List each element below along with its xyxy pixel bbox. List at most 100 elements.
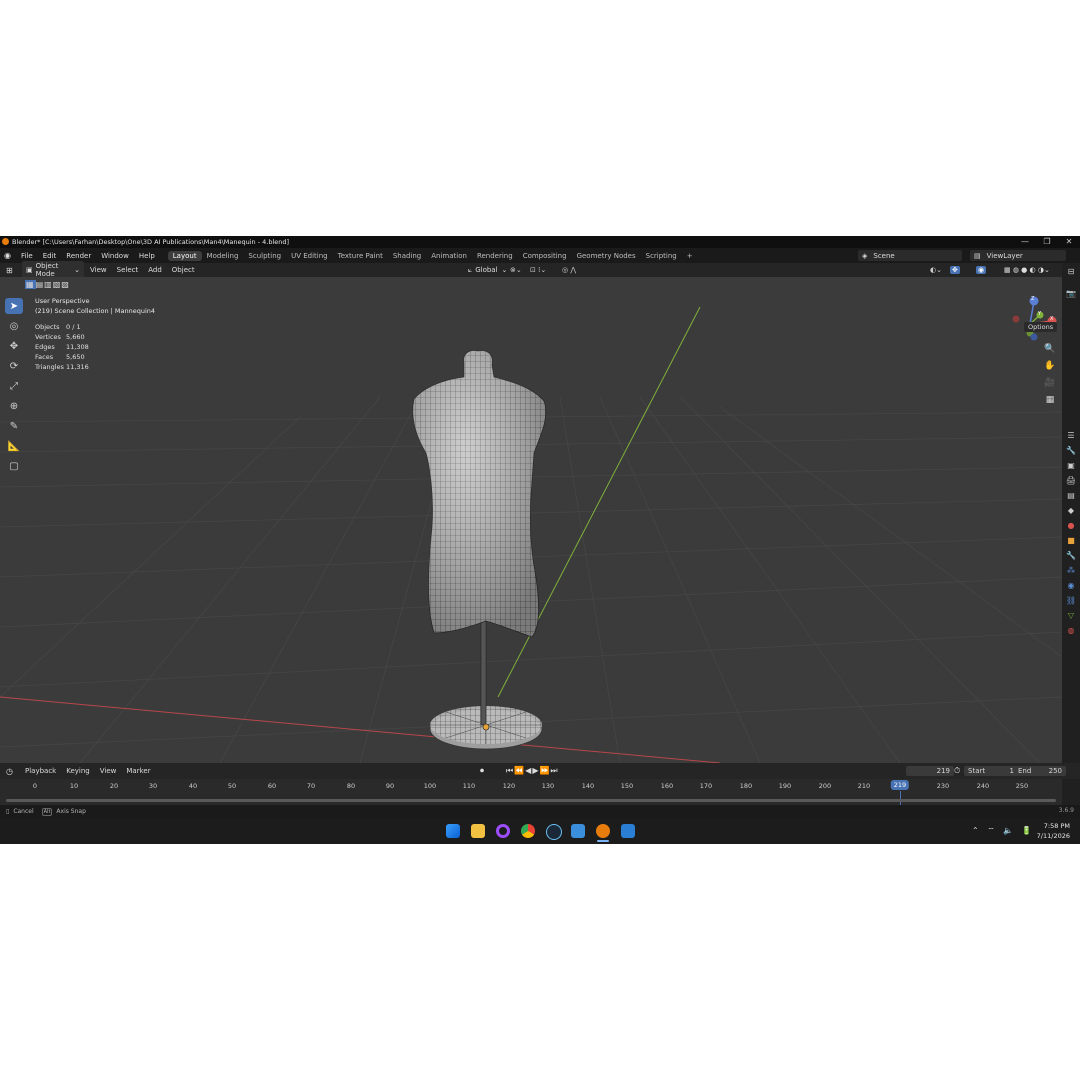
system-tray-icons[interactable]: ⌃ ⌔ 🔈 🔋 (972, 826, 1035, 836)
timeline-editor-icon[interactable]: ◷ (6, 767, 20, 776)
output-icon[interactable]: 🖨 (1065, 475, 1077, 487)
ortho-grid-icon[interactable]: ▦ (1043, 393, 1057, 407)
modifier-wrench-icon[interactable]: 🔧 (1065, 550, 1077, 562)
menu-help[interactable]: Help (134, 252, 160, 260)
world-icon[interactable]: ● (1065, 520, 1077, 532)
particles-icon[interactable]: ⁂ (1065, 565, 1077, 577)
menu-edit[interactable]: Edit (38, 252, 62, 260)
scale-tool-icon[interactable]: ⤢ (5, 378, 23, 394)
timeline-playback-menu[interactable]: Playback (20, 767, 61, 775)
move-tool-icon[interactable]: ✥ (5, 338, 23, 354)
view-layer-icon[interactable]: ▤ (1065, 490, 1077, 502)
record-icon[interactable]: ⏺ (480, 766, 484, 776)
maximize-button[interactable]: ❐ (1036, 236, 1058, 248)
physics-icon[interactable]: ◉ (1065, 580, 1077, 592)
close-button[interactable]: ✕ (1058, 236, 1080, 248)
tab-layout[interactable]: Layout (167, 250, 202, 261)
transform-tool-icon[interactable]: ⊕ (5, 398, 23, 414)
playback-controls-icons[interactable]: ⏮⏪◀▶⏩⏭ (506, 766, 559, 776)
tab-modeling[interactable]: Modeling (202, 251, 244, 261)
scene-selector[interactable]: ◈ Scene (858, 250, 962, 261)
paint-app-icon[interactable] (621, 824, 635, 838)
data-icon[interactable]: ▽ (1065, 610, 1077, 622)
rotate-tool-icon[interactable]: ⟳ (5, 358, 23, 374)
windows-start-icon[interactable] (446, 824, 460, 838)
start-frame-field[interactable]: Start 1 (964, 766, 1018, 776)
tab-scripting[interactable]: Scripting (641, 251, 682, 261)
gizmo-z-label[interactable]: Z (1031, 296, 1034, 302)
tab-sculpting[interactable]: Sculpting (243, 251, 286, 261)
menu-select[interactable]: Select (113, 265, 143, 275)
select-intersect-icon[interactable]: ▨ (61, 280, 70, 289)
gizmo-y-label[interactable]: Y (1038, 311, 1041, 317)
clock-icon[interactable]: ⏱ (954, 766, 960, 776)
chrome-icon[interactable] (521, 824, 535, 838)
visibility-icon[interactable]: ◐⌄ (930, 266, 942, 274)
minimize-button[interactable]: — (1014, 236, 1036, 248)
playhead-frame[interactable]: 219 (890, 780, 910, 790)
properties-icon[interactable]: ☰ (1065, 430, 1077, 442)
shading-modes-icon[interactable]: ▦ ◍ ● ◐ ◑⌄ (1004, 266, 1050, 274)
file-explorer-icon[interactable] (471, 824, 485, 838)
clock-area[interactable]: 7:58 PM 7/11/2026 (1037, 821, 1070, 841)
notes-app-icon[interactable] (571, 824, 585, 838)
current-frame-field[interactable]: 219 (906, 766, 954, 776)
annotate-tool-icon[interactable]: ✎ (5, 418, 23, 434)
select-subtract-icon[interactable]: ▥ (44, 280, 53, 289)
add-cube-tool-icon[interactable]: ▢ (5, 458, 23, 474)
snap-icon[interactable]: ⊡ ⁞⌄ (530, 266, 546, 274)
menu-view[interactable]: View (86, 265, 111, 275)
blender-taskbar-icon[interactable] (596, 824, 610, 838)
end-frame-field[interactable]: End 250 (1014, 766, 1066, 776)
select-difference-icon[interactable]: ▧ (53, 280, 62, 289)
select-extend-icon[interactable]: ▤ (36, 280, 45, 289)
3d-viewport[interactable]: Z X Y ▦▤▥▧▨ User Perspective (219) Scene… (0, 277, 1062, 763)
timeline-view-menu[interactable]: View (95, 767, 122, 775)
tab-texture-paint[interactable]: Texture Paint (333, 251, 388, 261)
menu-window[interactable]: Window (96, 252, 134, 260)
outliner-icon[interactable]: ⊟ (1065, 266, 1077, 278)
timeline-marker-menu[interactable]: Marker (121, 767, 155, 775)
measure-tool-icon[interactable]: 📐 (5, 438, 23, 454)
timeline-keying-menu[interactable]: Keying (61, 767, 95, 775)
constraints-icon[interactable]: ⛓ (1065, 595, 1077, 607)
pivot-icon[interactable]: ⊗⌄ (510, 266, 522, 274)
material-icon[interactable]: ◍ (1065, 625, 1077, 637)
proportional-edit-icon[interactable]: ◎ ⋀ (562, 266, 576, 274)
tab-geometry-nodes[interactable]: Geometry Nodes (572, 251, 641, 261)
pan-hand-icon[interactable]: ✋ (1043, 359, 1057, 373)
cortana-icon[interactable] (496, 824, 510, 838)
tab-uv-editing[interactable]: UV Editing (286, 251, 333, 261)
zoom-icon[interactable]: 🔍 (1043, 342, 1057, 356)
editor-type-icon[interactable]: ⊞ (6, 266, 20, 275)
menu-add[interactable]: Add (144, 265, 166, 275)
tab-animation[interactable]: Animation (426, 251, 472, 261)
tab-compositing[interactable]: Compositing (518, 251, 572, 261)
steam-icon[interactable] (546, 824, 562, 840)
blender-menu-icon[interactable]: ◉ (4, 251, 16, 260)
add-workspace-button[interactable]: + (682, 251, 698, 261)
timeline-scrollbar[interactable] (6, 799, 1056, 802)
view-layer-selector[interactable]: ▤ ViewLayer (970, 250, 1066, 261)
scene-props-icon[interactable]: ◆ (1065, 505, 1077, 517)
object-icon[interactable]: ■ (1065, 535, 1077, 547)
render-icon[interactable]: ▣ (1065, 460, 1077, 472)
overlay-toggle-icon[interactable]: ◉ (976, 266, 987, 274)
camera-view-icon[interactable]: 🎥 (1043, 376, 1057, 390)
cursor-tool-icon[interactable]: ◎ (5, 318, 23, 334)
tab-shading[interactable]: Shading (388, 251, 426, 261)
timeline-ruler[interactable]: 0 10 20 30 40 50 60 70 80 90 100 110 120… (0, 779, 1062, 805)
menu-render[interactable]: Render (61, 252, 96, 260)
menu-file[interactable]: File (16, 252, 38, 260)
select-box-tool-icon[interactable]: ➤ (5, 298, 23, 314)
gizmo-toggle-icon[interactable]: ✥ (950, 266, 960, 274)
select-new-icon[interactable]: ▦ (25, 280, 36, 289)
tool-settings-icon[interactable]: 🔧 (1065, 445, 1077, 457)
transform-orientation-dropdown[interactable]: ⟀ Global ⌄ (464, 265, 511, 276)
camera-icon[interactable]: 📷 (1065, 288, 1077, 300)
playhead-line[interactable] (900, 791, 901, 805)
tab-rendering[interactable]: Rendering (472, 251, 518, 261)
select-mode-icons[interactable]: ▦▤▥▧▨ (25, 280, 70, 289)
menu-object[interactable]: Object (168, 265, 199, 275)
options-dropdown[interactable]: Options (1024, 322, 1058, 332)
